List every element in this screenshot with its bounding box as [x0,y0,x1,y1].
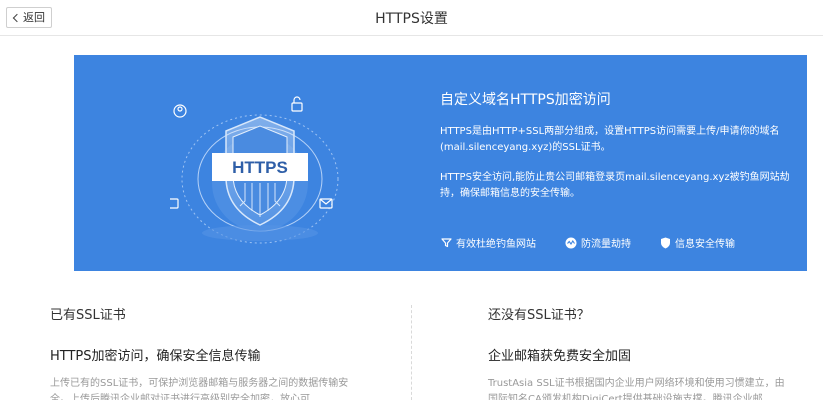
feature-label: 有效杜绝钓鱼网站 [456,239,536,250]
feature-anti-hijack: 防流量劫持 [565,235,631,250]
https-banner: HTTPS 自定义域名HTTPS加密访问 HTTPS是由HTTP+SSL两部分组… [74,55,807,271]
https-shield-illustration: HTTPS [170,96,339,244]
activity-icon [565,237,577,248]
feature-anti-phishing: 有效杜绝钓鱼网站 [441,235,536,250]
banner-description-security: HTTPS安全访问,能防止贵公司邮箱登录页mail.silenceyang.xy… [440,172,790,199]
section-subheading: HTTPS加密访问，确保安全信息传输 [50,349,261,364]
feature-secure-transfer: 信息安全传输 [660,235,735,250]
section-heading: 已有SSL证书 [50,308,126,323]
banner-title: 自定义域名HTTPS加密访问 [440,92,611,108]
feature-label: 信息安全传输 [675,239,735,250]
section-heading: 还没有SSL证书？ [488,308,590,323]
https-badge-text: HTTPS [232,158,288,177]
filter-icon [441,238,452,248]
section-subheading: 企业邮箱获免费安全加固 [488,349,632,364]
existing-ssl-section: 已有SSL证书 HTTPS加密访问，确保安全信息传输 上传已有的SSL证书，可保… [50,304,350,400]
section-description: TrustAsia SSL证书根据国内企业用户网络环境和使用习惯建立，由国际知名… [488,378,785,400]
free-ssl-section: 还没有SSL证书？ 企业邮箱获免费安全加固 TrustAsia SSL证书根据国… [488,304,788,400]
section-divider [411,305,412,400]
page-title: HTTPS设置 [375,11,448,27]
banner-description: HTTPS是由HTTP+SSL两部分组成，设置HTTPS访问需要上传/申请你的域… [440,126,780,153]
top-bar: 返回 HTTPS设置 [0,0,823,36]
feature-label: 防流量劫持 [581,239,631,250]
section-description: 上传已有的SSL证书，可保护浏览器邮箱与服务器之间的数据传输安全。上传后腾讯企业… [50,378,349,400]
shield-icon [661,237,670,248]
